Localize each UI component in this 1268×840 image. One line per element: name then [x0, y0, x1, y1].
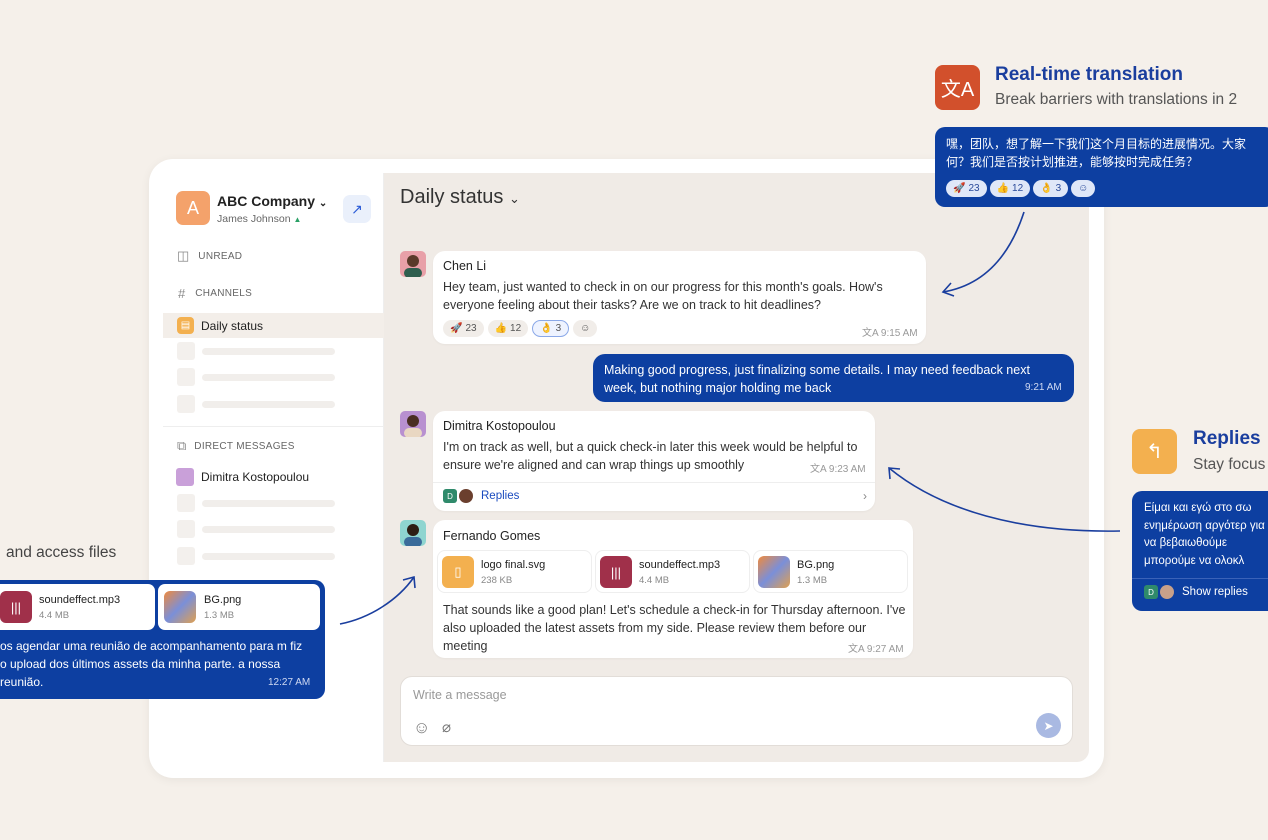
connector-arrows [339, 211, 1121, 625]
